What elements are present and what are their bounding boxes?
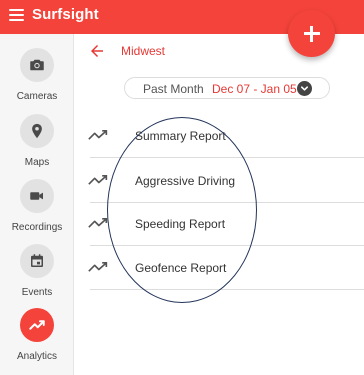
map-pin-icon xyxy=(32,123,42,139)
report-item-aggressive-driving[interactable]: Aggressive Driving xyxy=(74,159,364,203)
calendar-icon xyxy=(31,254,43,267)
chevron-down-icon xyxy=(297,81,312,96)
camera-icon xyxy=(30,59,44,71)
divider xyxy=(90,289,364,290)
hamburger-menu-icon[interactable] xyxy=(9,9,24,21)
report-item-geofence[interactable]: Geofence Report xyxy=(74,246,364,290)
trending-icon xyxy=(88,130,108,140)
report-label: Geofence Report xyxy=(135,261,227,275)
sidebar-item-label: Recordings xyxy=(11,222,63,233)
sidebar-item-cameras[interactable]: Cameras xyxy=(0,48,74,102)
sidebar-item-label: Maps xyxy=(24,157,50,168)
date-range-value: Dec 07 - Jan 05 xyxy=(212,82,297,96)
sidebar-item-events[interactable]: Events xyxy=(0,244,74,298)
sidebar-item-label: Cameras xyxy=(16,91,58,102)
video-camera-icon xyxy=(30,192,43,200)
sidebar-nav: Cameras Maps Recordings Events Analytics xyxy=(0,34,74,375)
page-title: Midwest xyxy=(121,44,166,58)
date-range-selector[interactable]: Past Month Dec 07 - Jan 05 xyxy=(124,77,330,99)
report-item-summary[interactable]: Summary Report xyxy=(74,114,364,158)
add-fab-button[interactable] xyxy=(288,10,335,57)
sidebar-item-recordings[interactable]: Recordings xyxy=(0,179,74,233)
report-label: Aggressive Driving xyxy=(135,174,236,188)
sidebar-item-analytics[interactable]: Analytics xyxy=(0,308,74,362)
report-item-speeding[interactable]: Speeding Report xyxy=(74,202,364,246)
trending-icon xyxy=(88,175,108,185)
report-label: Speeding Report xyxy=(135,217,226,231)
divider xyxy=(90,157,364,158)
trending-icon xyxy=(88,218,108,228)
sidebar-item-label: Analytics xyxy=(16,351,57,362)
report-label: Summary Report xyxy=(135,129,226,143)
sidebar-item-label: Events xyxy=(21,287,53,298)
trending-icon xyxy=(88,262,108,272)
sidebar-item-maps[interactable]: Maps xyxy=(0,114,74,168)
date-range-label: Past Month xyxy=(143,82,204,96)
back-arrow-icon[interactable] xyxy=(88,42,106,60)
app-brand: Surfsight xyxy=(32,6,99,23)
trending-icon xyxy=(29,320,45,330)
